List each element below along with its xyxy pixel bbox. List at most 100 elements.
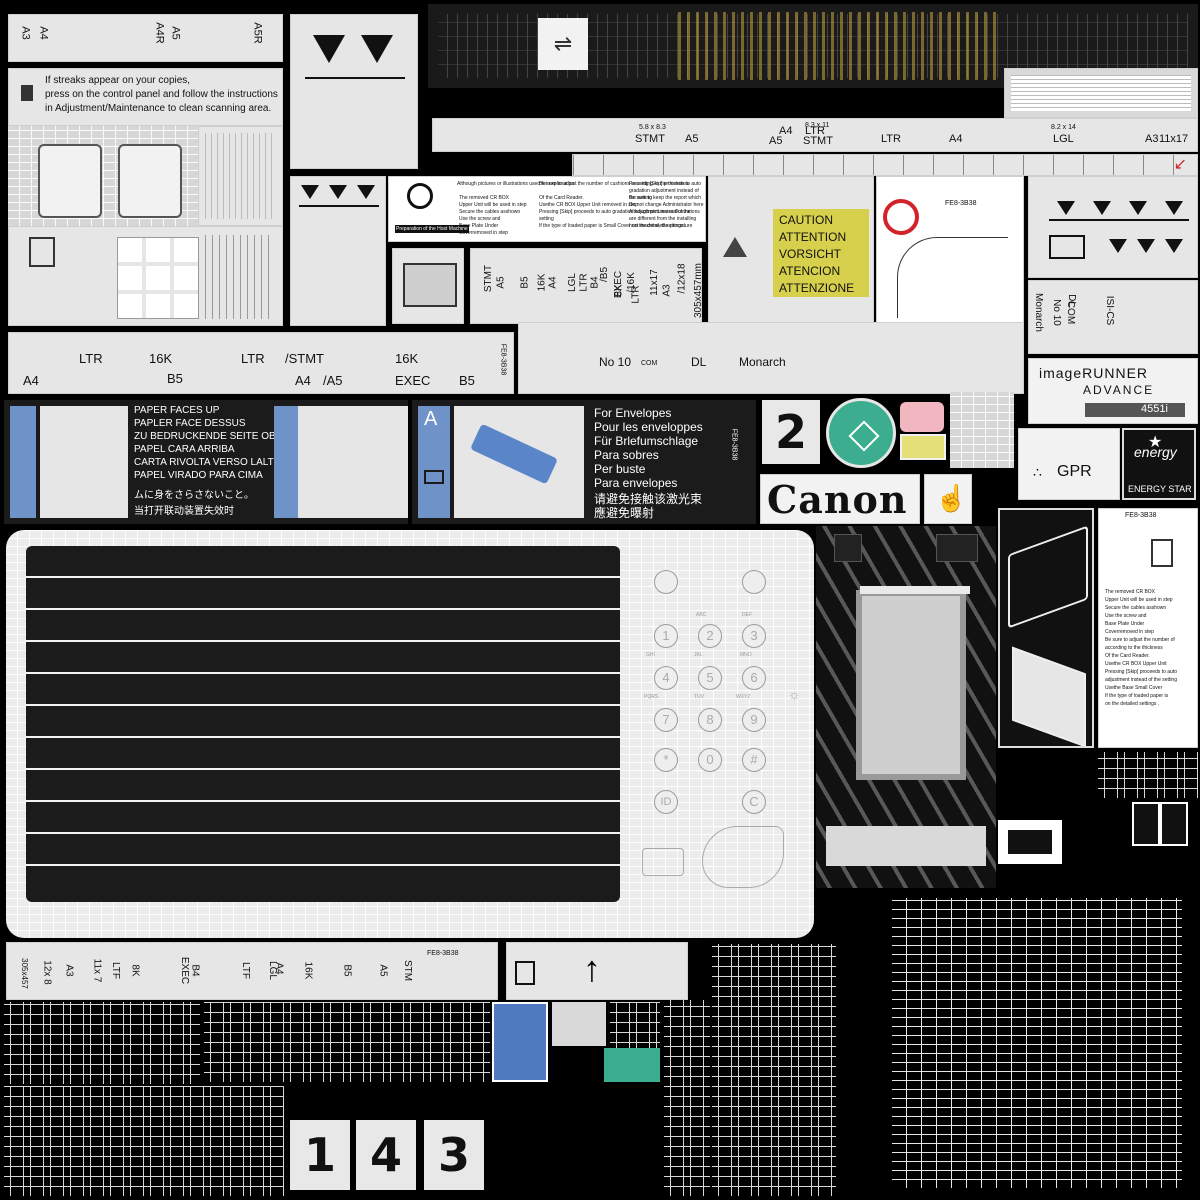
key-clear[interactable]: C [742,790,766,814]
usb-icon: ⇌ [538,18,588,70]
canon-logo: Canon [767,477,908,522]
triangle-label-small [290,176,386,326]
strip-0: 305x457 [19,958,29,989]
letters-def: DEF [742,612,752,618]
down-triangle-icon [1093,201,1111,215]
scale-a4b: A4 [949,133,963,145]
env-line-5: Para envelopes [594,476,678,490]
green-token [604,1048,660,1082]
install-4: Base Plate Under [1105,621,1145,627]
strip-2: A3 [63,964,75,977]
key-hash[interactable]: # [742,748,766,772]
key-2[interactable]: 2 [698,624,722,648]
original-icon [29,237,55,267]
hand-drawing [897,237,1008,318]
proc-col3-3: Although pictures or illustrations are d… [629,209,700,229]
strip-4: LTF [110,961,122,980]
scanner-left-drawing [38,144,102,218]
screen-scanline [26,608,620,610]
housing-fill [892,898,1182,1188]
key-7[interactable]: 7 [654,708,678,732]
screen-scanline [26,832,620,834]
envelope-arrow-label: ↑ [506,942,688,1000]
faces-4: CARTA RIVOLTA VERSO LALTO [134,457,282,468]
strip-13: A5 [377,964,389,977]
host-machine-icon-label [392,248,464,324]
key-3[interactable]: 3 [742,624,766,648]
gpr-label: ∴ GPR [1018,428,1120,500]
key-5[interactable]: 5 [698,666,722,690]
env-line-7: 應避免曝射 [594,506,655,520]
size-scale-label: 5.8 x 8.3 8.3 x 11 8.2 x 14 STMT A5 A4 A… [432,118,1198,152]
down-triangle-icon [1057,201,1075,215]
scale-stmt2: STMT [803,135,833,147]
rotated-notes [198,126,283,226]
down-triangle-icon [1165,201,1183,215]
envelope-icon [1049,235,1085,259]
row-ltr: LTR [79,351,103,366]
letters-ghi: GHI [646,652,655,658]
paperclip-icon-group [117,237,199,319]
row-ltr2: LTR [241,351,265,366]
proc-col1-3: Use the screw and [459,216,501,222]
energy-saver-button[interactable] [642,848,684,876]
barcode-strip [1004,68,1198,118]
key-reset[interactable] [654,570,678,594]
chip-2 [936,534,978,562]
install-14: on the detailed settings . [1105,701,1160,707]
prohibited-icon [883,199,919,235]
paper-size-row-label: A4 LTR 16K B5 LTR /STMT A4 /A5 16K EXEC … [8,332,514,394]
tick-ruler: ↙ [572,154,1198,176]
letters-pqrs: PQRS [644,694,659,700]
yellow-sticker [900,434,946,460]
caution-2: VORSICHT [779,247,842,261]
vert-isi: ISI-CS [1104,295,1116,326]
machine-icon [403,263,457,307]
install-5: Coverremoved in step [1105,629,1154,635]
up-arrow-icon: ↑ [583,948,601,989]
key-8[interactable]: 8 [698,708,722,732]
proc-col3-2: Do not change Administrator here [629,202,704,208]
energy-star-label: energy ★ ENERGY STAR [1122,428,1196,500]
row-16k2: 16K [395,351,419,366]
install-9: Usethe CR BOX Upper Unit [1105,661,1167,667]
size-label-panel: A4 A3 A4R A5 A5R [8,14,283,62]
letters-jkl: JKL [694,652,703,658]
key-1[interactable]: 1 [654,624,678,648]
wireframe-block-4 [4,1086,284,1196]
key-9[interactable]: 9 [742,708,766,732]
scale-lgl: LGL [1053,133,1074,145]
vert-b5b: /B5 [599,266,611,283]
vert-11x17: 11x17 [648,269,660,296]
faces-0: PAPER FACES UP [134,405,220,416]
install-3: Use the screw and [1105,613,1147,619]
down-triangle-icon [301,185,319,199]
key-id[interactable]: ID [654,790,678,814]
row-stmt: /STMT [285,351,324,366]
env-line-0: For Envelopes [594,406,672,420]
divider-line [1049,219,1189,221]
strip-fe8-code: FE8-3B38 [427,950,459,957]
proc-col3-1: Be sure to keep the report which [629,195,701,201]
vert-b5: B5 [519,276,531,289]
key-star[interactable]: * [654,748,678,772]
scale-a3: A3 [1145,133,1159,145]
start-key-graphic[interactable] [702,826,784,888]
info-icon [21,85,33,101]
envelope-size-row: No 10 COM DL Monarch [518,322,1024,394]
tray-number-1: 1 [290,1120,350,1190]
installation-text: FE8-3B38 The removed CR BOX Upper Unit w… [1098,508,1198,748]
triangle-label-large [290,14,418,169]
gpr-dots-icon: ∴ [1033,464,1042,480]
key-stop[interactable] [742,570,766,594]
row-b5: B5 [167,371,183,386]
key-6[interactable]: 6 [742,666,766,690]
key-0[interactable]: 0 [698,748,722,772]
vert-a3: A3 [661,284,673,297]
scale-stmt: STMT [635,133,665,145]
wireframe-tall [664,1000,710,1196]
key-4[interactable]: 4 [654,666,678,690]
down-triangle-icon [329,185,347,199]
green-dial [826,398,896,468]
strip-9: LTF [240,961,252,980]
